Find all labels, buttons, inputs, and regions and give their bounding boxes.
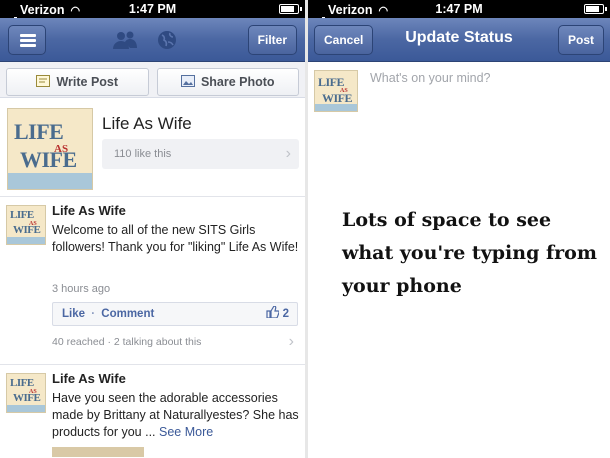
thumbs-up-icon bbox=[266, 305, 281, 319]
battery-icon bbox=[584, 4, 607, 14]
post-image-preview[interactable] bbox=[52, 447, 144, 457]
like-comment-bar: Like · Comment 2 bbox=[52, 302, 298, 326]
menu-button[interactable] bbox=[8, 25, 46, 55]
reach-stats[interactable]: 40 reached · 2 talking about this › bbox=[52, 333, 298, 350]
globe-icon[interactable] bbox=[156, 29, 178, 56]
feed-post: LIFE AS WIFE Life As Wife Have you seen … bbox=[0, 365, 305, 457]
clock: 1:47 PM bbox=[128, 2, 177, 16]
likes-count: 110 like this bbox=[114, 148, 172, 160]
photo-icon bbox=[180, 74, 195, 90]
post-button[interactable]: Post bbox=[557, 25, 604, 55]
caption-text: Lots of space to see what you're typing … bbox=[342, 209, 597, 297]
share-photo-button[interactable]: Share Photo bbox=[156, 68, 299, 96]
status-bar: Verizon ◠ 1:47 PM bbox=[0, 0, 305, 22]
see-more-link[interactable]: See More bbox=[159, 425, 213, 439]
menu-icon bbox=[20, 34, 36, 37]
nav-icons bbox=[112, 29, 192, 56]
page-title[interactable]: Life As Wife bbox=[102, 114, 192, 134]
feed-post: LIFE AS WIFE Life As Wife Welcome to all… bbox=[0, 197, 305, 365]
page-header: LIFE AS WIFE Life As Wife 110 like this … bbox=[0, 98, 305, 197]
status-input-placeholder[interactable]: What's on your mind? bbox=[370, 71, 491, 85]
page-avatar: LIFE AS WIFE bbox=[314, 70, 358, 112]
separator: · bbox=[91, 308, 96, 320]
nav-bar: Filter bbox=[0, 18, 305, 62]
share-photo-label: Share Photo bbox=[200, 75, 275, 89]
post-author[interactable]: Life As Wife bbox=[52, 203, 126, 218]
news-feed-screen: Verizon ◠ 1:47 PM Filter Write Post Shar… bbox=[0, 0, 305, 458]
write-post-label: Write Post bbox=[56, 75, 119, 89]
battery-icon bbox=[279, 4, 302, 14]
post-text: Have you seen the adorable accessories m… bbox=[52, 391, 299, 439]
filter-button[interactable]: Filter bbox=[247, 25, 297, 55]
likes-button[interactable]: 110 like this › bbox=[102, 139, 299, 169]
post-text: Welcome to all of the new SITS Girls fol… bbox=[52, 223, 299, 254]
comment-button[interactable]: Comment bbox=[101, 308, 154, 320]
like-count[interactable]: 2 bbox=[266, 303, 289, 325]
post-avatar[interactable]: LIFE AS WIFE bbox=[6, 373, 46, 413]
clock: 1:47 PM bbox=[435, 2, 483, 16]
page-logo[interactable]: LIFE AS WIFE bbox=[7, 108, 93, 190]
post-timestamp[interactable]: 3 hours ago bbox=[52, 283, 110, 295]
status-bar: Verizon ◠ 1:47 PM bbox=[308, 0, 610, 22]
chevron-right-icon: › bbox=[285, 145, 291, 162]
update-status-screen: Verizon ◠ 1:47 PM Cancel Update Status Po… bbox=[308, 0, 610, 458]
post-author[interactable]: Life As Wife bbox=[52, 371, 126, 386]
chevron-right-icon: › bbox=[288, 333, 294, 350]
friends-icon[interactable] bbox=[112, 30, 138, 55]
like-button[interactable]: Like bbox=[62, 308, 85, 320]
nav-bar: Cancel Update Status Post bbox=[308, 18, 610, 62]
composer-actions: Write Post Share Photo bbox=[0, 62, 305, 98]
write-post-button[interactable]: Write Post bbox=[6, 68, 149, 96]
pencil-icon bbox=[36, 74, 51, 90]
post-avatar[interactable]: LIFE AS WIFE bbox=[6, 205, 46, 245]
status-composer[interactable]: LIFE AS WIFE What's on your mind? Lots o… bbox=[308, 62, 610, 458]
